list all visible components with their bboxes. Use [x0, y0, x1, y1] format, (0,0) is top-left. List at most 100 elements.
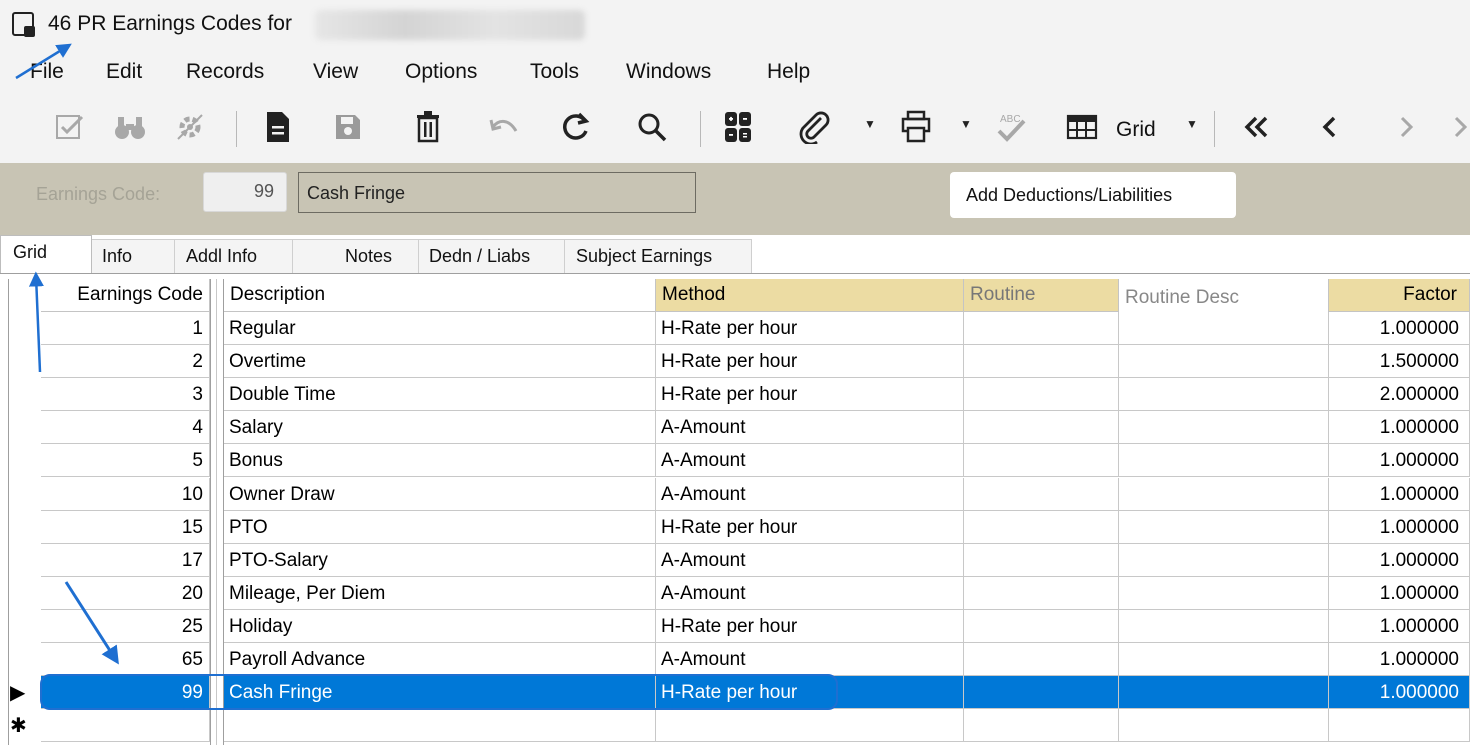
column-header-method[interactable]: Method [656, 279, 964, 312]
calculator-icon[interactable] [718, 107, 758, 147]
cell-routine-desc[interactable] [1119, 444, 1329, 477]
cell-description[interactable]: Overtime [224, 345, 656, 378]
find-icon[interactable] [110, 107, 150, 147]
cell-factor[interactable]: 1.000000 [1329, 411, 1470, 444]
save-icon[interactable] [328, 107, 368, 147]
column-header-factor[interactable]: Factor [1329, 279, 1470, 312]
cell-factor[interactable]: 1.500000 [1329, 345, 1470, 378]
cell-earnings-code[interactable]: 25 [41, 610, 210, 643]
cell-factor[interactable]: 1.000000 [1329, 312, 1470, 345]
refresh-icon[interactable] [555, 107, 595, 147]
cell-routine-desc[interactable] [1119, 478, 1329, 511]
menu-file[interactable]: File [30, 60, 64, 84]
delete-icon[interactable] [408, 107, 448, 147]
cell-routine[interactable] [964, 345, 1119, 378]
cell-factor[interactable]: 1.000000 [1329, 610, 1470, 643]
cell-factor[interactable]: 1.000000 [1329, 676, 1470, 709]
cell-routine[interactable] [964, 544, 1119, 577]
cell-routine[interactable] [964, 444, 1119, 477]
cell-method[interactable]: A-Amount [656, 444, 964, 477]
previous-record-icon[interactable] [1310, 107, 1350, 147]
tab-info[interactable]: Info [92, 239, 175, 273]
cell-factor[interactable]: 1.000000 [1329, 444, 1470, 477]
tab-dedn-liabs[interactable]: Dedn / Liabs [419, 239, 565, 273]
cell-factor[interactable]: 1.000000 [1329, 544, 1470, 577]
first-record-icon[interactable] [1236, 107, 1276, 147]
column-header-routine-desc[interactable]: Routine Desc [1119, 279, 1329, 312]
cell-factor[interactable]: 1.000000 [1329, 511, 1470, 544]
cell-routine[interactable] [964, 312, 1119, 345]
cell-description[interactable]: Owner Draw [224, 478, 656, 511]
search-icon[interactable] [632, 107, 672, 147]
cell-method[interactable]: H-Rate per hour [656, 511, 964, 544]
cell-factor[interactable]: 2.000000 [1329, 378, 1470, 411]
cell-earnings-code[interactable]: 4 [41, 411, 210, 444]
menu-tools[interactable]: Tools [530, 60, 579, 84]
cell-routine[interactable] [964, 676, 1119, 709]
validate-icon[interactable] [50, 107, 90, 147]
spellcheck-icon[interactable]: ABC [990, 107, 1030, 147]
cell-description[interactable]: Mileage, Per Diem [224, 577, 656, 610]
menu-records[interactable]: Records [186, 60, 264, 84]
menu-options[interactable]: Options [405, 60, 477, 84]
cell-method[interactable]: A-Amount [656, 544, 964, 577]
menu-view[interactable]: View [313, 60, 358, 84]
column-header-description[interactable]: Description [224, 279, 656, 312]
cell-routine[interactable] [964, 577, 1119, 610]
cell-routine-desc[interactable] [1119, 378, 1329, 411]
cell-earnings-code[interactable]: 17 [41, 544, 210, 577]
cell-earnings-code[interactable]: 3 [41, 378, 210, 411]
cell-description[interactable]: Cash Fringe [224, 676, 656, 709]
menu-help[interactable]: Help [767, 60, 810, 84]
cell-method[interactable]: H-Rate per hour [656, 610, 964, 643]
cell-routine-desc[interactable] [1119, 643, 1329, 676]
tab-notes[interactable]: Notes [293, 239, 419, 273]
column-header-earnings-code[interactable]: Earnings Code [41, 279, 210, 312]
tab-subject-earnings[interactable]: Subject Earnings [565, 239, 752, 273]
tab-grid[interactable]: Grid [0, 235, 92, 273]
cell-earnings-code[interactable]: 99 [41, 676, 210, 709]
settings-icon[interactable] [170, 107, 210, 147]
attachment-dropdown-icon[interactable]: ▼ [864, 117, 876, 131]
last-record-icon[interactable] [1454, 107, 1470, 147]
cell-factor[interactable]: 1.000000 [1329, 478, 1470, 511]
cell-routine-desc[interactable] [1119, 411, 1329, 444]
cell-earnings-code[interactable]: 20 [41, 577, 210, 610]
cell-earnings-code[interactable]: 10 [41, 478, 210, 511]
menu-edit[interactable]: Edit [106, 60, 142, 84]
cell-description[interactable]: PTO-Salary [224, 544, 656, 577]
tab-addl-info[interactable]: Addl Info [175, 239, 293, 273]
cell-method[interactable]: A-Amount [656, 643, 964, 676]
cell-earnings-code[interactable]: 15 [41, 511, 210, 544]
cell-routine-desc[interactable] [1119, 345, 1329, 378]
cell-factor[interactable]: 1.000000 [1329, 643, 1470, 676]
cell-method[interactable]: A-Amount [656, 478, 964, 511]
cell-earnings-code[interactable]: 5 [41, 444, 210, 477]
cell-earnings-code[interactable]: 2 [41, 345, 210, 378]
column-header-routine[interactable]: Routine [964, 279, 1119, 312]
cell-routine[interactable] [964, 511, 1119, 544]
grid-view-icon[interactable] [1062, 107, 1102, 147]
print-dropdown-icon[interactable]: ▼ [960, 117, 972, 131]
cell-method[interactable]: H-Rate per hour [656, 676, 964, 709]
grid-dropdown-icon[interactable]: ▼ [1186, 117, 1198, 131]
cell-factor[interactable] [1329, 709, 1470, 742]
cell-method[interactable] [656, 709, 964, 742]
cell-routine[interactable] [964, 411, 1119, 444]
cell-description[interactable]: Double Time [224, 378, 656, 411]
cell-routine[interactable] [964, 610, 1119, 643]
earnings-code-field[interactable]: 99 [203, 172, 287, 212]
cell-description[interactable]: Bonus [224, 444, 656, 477]
cell-description[interactable]: Payroll Advance [224, 643, 656, 676]
next-record-icon[interactable] [1386, 107, 1426, 147]
cell-description[interactable]: Salary [224, 411, 656, 444]
cell-method[interactable]: H-Rate per hour [656, 378, 964, 411]
add-deductions-liabilities-button[interactable]: Add Deductions/Liabilities [950, 172, 1236, 218]
menu-windows[interactable]: Windows [626, 60, 711, 84]
cell-routine[interactable] [964, 378, 1119, 411]
cell-earnings-code[interactable]: 65 [41, 643, 210, 676]
cell-description[interactable]: Regular [224, 312, 656, 345]
cell-routine[interactable] [964, 709, 1119, 742]
cell-description[interactable]: Holiday [224, 610, 656, 643]
cell-routine-desc[interactable] [1119, 610, 1329, 643]
